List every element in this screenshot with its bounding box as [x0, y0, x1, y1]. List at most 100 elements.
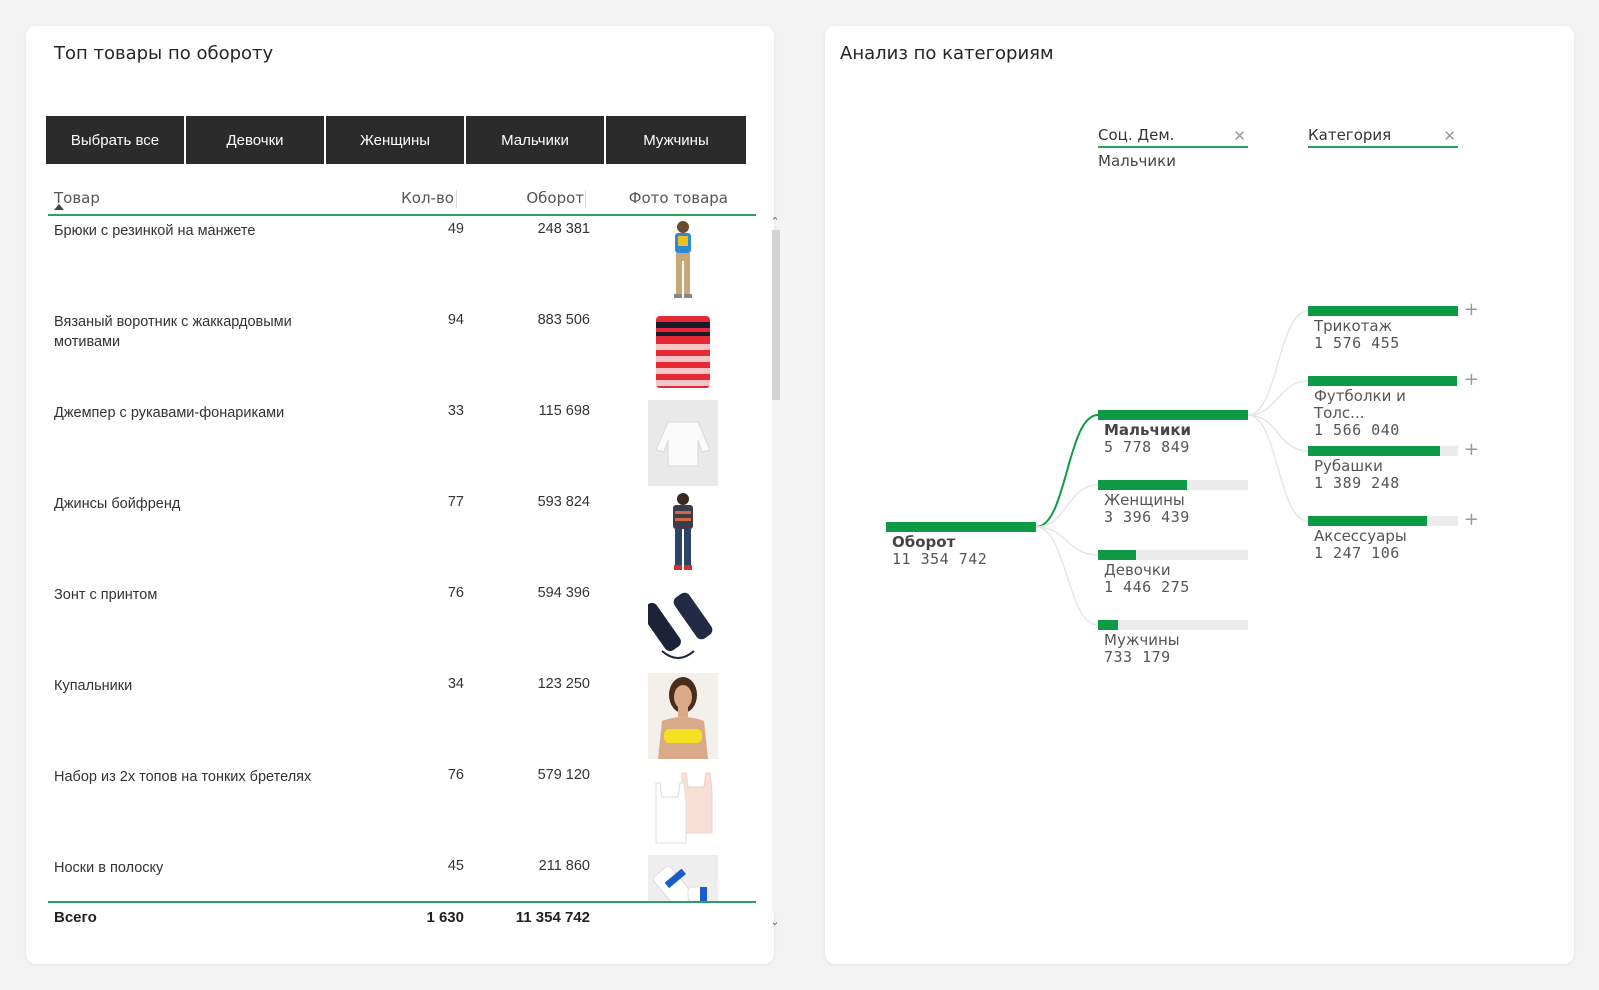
- sort-ascending-icon[interactable]: [54, 204, 64, 210]
- level-header-label: Соц. Дем.: [1098, 126, 1175, 144]
- column-header-qty[interactable]: Кол-во: [401, 189, 454, 207]
- node-fill: [1098, 410, 1248, 420]
- node-bar: [886, 522, 1036, 532]
- column-divider: [456, 190, 457, 208]
- table-row[interactable]: Зонт с принтом 76 594 396: [48, 580, 756, 671]
- product-name: Зонт с принтом: [54, 587, 158, 603]
- table-row[interactable]: Джинсы бойфренд 77 593 824: [48, 489, 756, 580]
- node-bar: [1098, 620, 1248, 630]
- total-qty: 1 630: [426, 909, 464, 926]
- root-node[interactable]: Оборот 11 354 742: [886, 522, 1036, 567]
- table-row[interactable]: Брюки с резинкой на манжете 49 248 381: [48, 216, 756, 307]
- node-girls[interactable]: Девочки 1 446 275: [1098, 550, 1248, 595]
- node-label: Аксессуары: [1314, 527, 1407, 545]
- expand-plus-icon[interactable]: +: [1464, 439, 1479, 460]
- node-women[interactable]: Женщины 3 396 439: [1098, 480, 1248, 525]
- product-name: Купальники: [54, 678, 133, 694]
- node-shirts[interactable]: + Рубашки 1 389 248: [1308, 439, 1479, 492]
- folded-navy-umbrella-image: [648, 592, 713, 659]
- node-men[interactable]: Мужчины 733 179: [1098, 620, 1248, 665]
- girl-in-blue-top-and-khaki-pants-image: [674, 221, 692, 298]
- node-bar: [1308, 446, 1458, 456]
- scroll-up-icon[interactable]: ⌃: [770, 216, 780, 228]
- product-revenue: 579 120: [537, 767, 590, 783]
- expand-plus-icon[interactable]: +: [1464, 299, 1479, 320]
- node-value: 1 446 275: [1104, 578, 1190, 596]
- product-photo: [648, 218, 718, 304]
- node-fill: [1308, 446, 1440, 456]
- filter-select-all-button[interactable]: Выбрать все: [46, 116, 186, 164]
- node-fill: [1098, 480, 1187, 490]
- products-table: Товар Кол-во Оборот Фото товара Брюки с …: [48, 186, 756, 931]
- node-knitwear[interactable]: + Трикотаж 1 576 455: [1308, 299, 1479, 351]
- total-revenue: 11 354 742: [515, 909, 590, 926]
- table-row[interactable]: Вязаный воротник с жаккардовыми мотивами…: [48, 307, 756, 398]
- product-photo: [648, 673, 718, 759]
- woman-in-boyfriend-jeans-image: [673, 493, 693, 570]
- scroll-track[interactable]: [772, 230, 780, 912]
- product-photo: [648, 400, 718, 486]
- node-label: Девочки: [1104, 561, 1171, 579]
- product-name: Вязаный воротник с жаккардовыми мотивами: [54, 314, 292, 350]
- table-row[interactable]: Набор из 2х топов на тонких бретелях 76 …: [48, 762, 756, 853]
- level-header-category[interactable]: Категория ✕: [1308, 126, 1458, 148]
- table-row[interactable]: Носки в полоску 45 211 860: [48, 853, 756, 901]
- table-row[interactable]: Купальники 34 123 250: [48, 671, 756, 762]
- level-selected-value: Мальчики: [1098, 152, 1176, 170]
- node-fill: [1308, 376, 1457, 386]
- tree-connector: [1247, 414, 1309, 452]
- product-photo: [648, 764, 718, 850]
- node-label: Футболки и Толс...: [1314, 387, 1406, 422]
- product-name: Брюки с резинкой на манжете: [54, 223, 256, 239]
- filter-boys-button[interactable]: Мальчики: [466, 116, 606, 164]
- node-bar: [1098, 550, 1248, 560]
- expand-plus-icon[interactable]: +: [1464, 509, 1479, 530]
- node-fill: [886, 522, 1036, 532]
- white-and-pink-tank-tops-image: [655, 772, 713, 844]
- product-revenue: 123 250: [537, 676, 590, 692]
- product-name: Набор из 2х топов на тонких бретелях: [54, 769, 312, 785]
- tree-connector: [1247, 414, 1309, 522]
- woman-in-yellow-swimsuit-image: [648, 673, 718, 759]
- node-boys[interactable]: Мальчики 5 778 849: [1098, 410, 1248, 455]
- node-tshirts[interactable]: + Футболки и Толс... 1 566 040: [1308, 369, 1479, 439]
- product-photo: [648, 491, 718, 577]
- filter-girls-button[interactable]: Девочки: [186, 116, 326, 164]
- level-header-socdem[interactable]: Соц. Дем. ✕: [1098, 126, 1248, 148]
- filter-women-button[interactable]: Женщины: [326, 116, 466, 164]
- expand-plus-icon[interactable]: +: [1464, 369, 1479, 390]
- node-fill: [1098, 620, 1118, 630]
- close-icon[interactable]: ✕: [1443, 127, 1456, 145]
- node-label: Трикотаж: [1314, 317, 1393, 335]
- column-header-photo[interactable]: Фото товара: [629, 189, 728, 207]
- product-qty: 34: [447, 676, 464, 692]
- product-qty: 45: [447, 858, 464, 874]
- total-label: Всего: [54, 909, 97, 926]
- product-qty: 76: [447, 585, 464, 601]
- product-qty: 76: [447, 767, 464, 783]
- node-value: 1 566 040: [1314, 421, 1400, 439]
- node-value: 3 396 439: [1104, 508, 1190, 526]
- scroll-thumb[interactable]: [772, 230, 780, 400]
- tree-connector: [1035, 414, 1099, 528]
- product-qty: 77: [447, 494, 464, 510]
- node-value: 1 389 248: [1314, 474, 1400, 492]
- column-header-revenue[interactable]: Оборот: [526, 189, 584, 207]
- product-revenue: 883 506: [537, 312, 590, 328]
- node-accessories[interactable]: + Аксессуары 1 247 106: [1308, 509, 1479, 562]
- table-row[interactable]: Джемпер с рукавами-фонариками 33 115 698: [48, 398, 756, 489]
- table-footer: Всего 1 630 11 354 742: [48, 901, 756, 931]
- node-bar: [1098, 480, 1248, 490]
- node-label: Оборот: [892, 533, 956, 551]
- panel-title: Топ товары по обороту: [54, 43, 274, 64]
- table-header: Товар Кол-во Оборот Фото товара: [48, 186, 756, 216]
- node-value: 1 247 106: [1314, 544, 1400, 562]
- product-qty: 94: [447, 312, 464, 328]
- product-name: Джемпер с рукавами-фонариками: [54, 405, 285, 421]
- node-fill: [1308, 306, 1458, 316]
- table-scrollbar[interactable]: ⌃ ⌄: [770, 216, 780, 928]
- tree-connector: [1247, 380, 1309, 416]
- close-icon[interactable]: ✕: [1233, 127, 1246, 145]
- scroll-down-icon[interactable]: ⌄: [770, 916, 780, 928]
- filter-men-button[interactable]: Мужчины: [606, 116, 746, 164]
